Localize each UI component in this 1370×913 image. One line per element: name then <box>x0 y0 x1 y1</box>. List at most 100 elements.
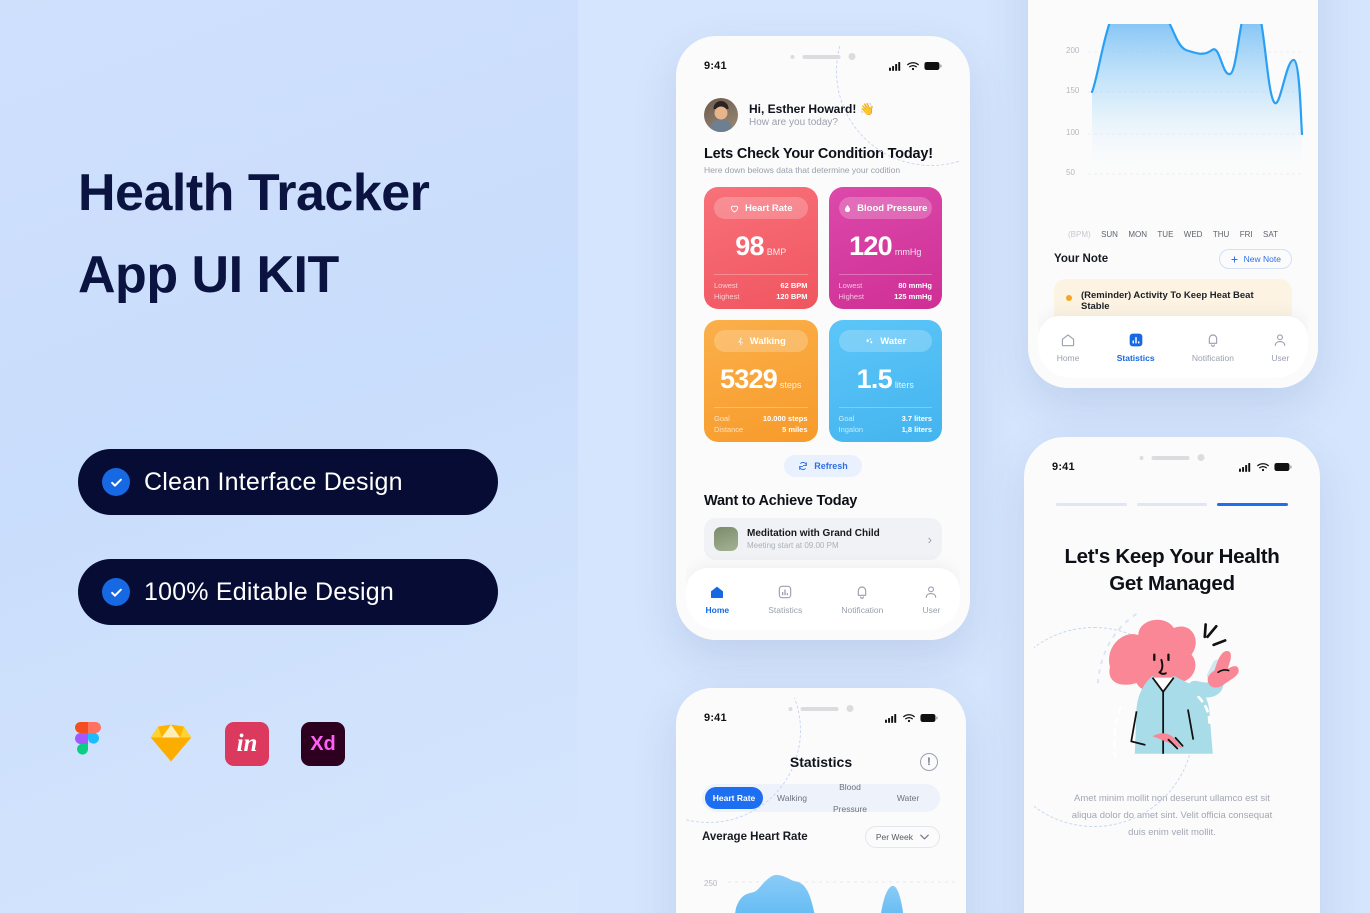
info-icon[interactable]: ! <box>920 753 938 771</box>
home-icon <box>709 583 725 600</box>
tab-home[interactable]: Home <box>706 583 729 615</box>
metric-card-heart-rate[interactable]: Heart Rate 98 BMP Lowest 62 BPM Highest 120… <box>704 187 818 309</box>
statistics-chart: 250 <box>686 860 956 913</box>
status-bar: 9:41 <box>686 698 956 738</box>
tab-home[interactable]: Home <box>1056 331 1080 363</box>
refresh-row: Refresh <box>686 442 960 477</box>
feature-badge-clean-interface[interactable]: Clean Interface Design <box>78 449 498 515</box>
segment-water[interactable]: Water <box>879 787 937 809</box>
metric-card-unit: mmHg <box>894 247 922 257</box>
metric-card-stats: Goal 3.7 liters Ingalon 1,8 liters <box>839 412 933 434</box>
tab-statistics[interactable]: Statistics <box>1117 331 1155 363</box>
metric-cards-grid: Heart Rate 98 BMP Lowest 62 BPM Highest 120… <box>686 175 960 442</box>
battery-icon <box>924 61 942 71</box>
signal-icon <box>885 713 897 723</box>
chart-icon <box>777 583 793 600</box>
your-note-header: Your Note New Note <box>1038 239 1308 269</box>
wifi-icon <box>1257 463 1269 472</box>
notch <box>790 53 856 60</box>
water-drops-icon <box>866 337 873 343</box>
metric-card-value-row: 1.5 liters <box>839 364 933 395</box>
feature-badge-editable[interactable]: 100% Editable Design <box>78 559 498 625</box>
user-icon <box>923 583 939 600</box>
feature-badge-label: Clean Interface Design <box>144 467 403 496</box>
note-bullet-icon <box>1066 295 1072 301</box>
list-item[interactable]: Meditation with Grand Child Meeting star… <box>704 518 942 560</box>
note-title: (Reminder) Activity To Keep Heat Beat St… <box>1081 290 1254 312</box>
metric-card-stat-row: Ingalon 1,8 liters <box>839 425 933 434</box>
phone-mockup-home: 9:41 Hi, Esther Howard! 👋 How are you to… <box>676 36 970 640</box>
new-note-button[interactable]: New Note <box>1218 249 1292 269</box>
metric-card-pill: Walking <box>714 330 808 352</box>
metric-card-stat-row: Highest 125 mmHg <box>839 292 933 301</box>
segment-blood-pressure[interactable]: Blood Pressure <box>821 776 879 820</box>
metric-card-water[interactable]: Water 1.5 liters Goal 3.7 liters Ingalon 1,… <box>828 320 942 442</box>
notch <box>1139 454 1205 461</box>
heart-rate-chart-block: 200 150 100 50 (BPM) SUN MON TUE WED THU… <box>1038 0 1308 239</box>
page-title-line-1: Health Tracker <box>78 164 430 222</box>
metric-card-blood-pressure[interactable]: Blood Pressure 120 mmHg Lowest 80 mmHg Hig… <box>828 187 942 309</box>
adobe-xd-logo: Xd <box>301 722 345 766</box>
tab-label: User <box>1271 353 1290 363</box>
new-note-label: New Note <box>1243 254 1281 264</box>
status-icons <box>1239 462 1292 472</box>
tab-label: Home <box>1056 353 1080 363</box>
range-dropdown-value: Per Week <box>875 832 913 842</box>
statistics-chart-svg: 250 <box>704 874 956 913</box>
metric-card-stats: Lowest 80 mmHg Highest 125 mmHg <box>839 279 933 301</box>
avatar[interactable] <box>704 98 738 132</box>
metric-card-pill: Water <box>838 330 932 352</box>
stat-value: 80 mmHg <box>898 281 932 290</box>
status-icons <box>889 61 942 71</box>
tab-statistics[interactable]: Statistics <box>768 583 802 615</box>
chart-xtick: SUN <box>1101 230 1118 239</box>
phone-mockup-statistics: 9:41 Statistics ! Heart Rate Walking Blo… <box>676 688 966 913</box>
chart-xtick: TUE <box>1157 230 1174 239</box>
onboarding-screen: 9:41 Let's Keep Your Health Get Managed <box>1034 447 1310 913</box>
chart-ytick: 150 <box>1066 86 1080 95</box>
metric-card-value: 5329 <box>720 364 778 394</box>
metric-card-unit: BMP <box>766 247 787 257</box>
divider <box>838 407 932 408</box>
chart-x-axis: (BPM) SUN MON TUE WED THU FRI SAT <box>1052 224 1294 239</box>
progress-step-1[interactable] <box>1056 503 1127 506</box>
home-icon <box>1060 331 1076 348</box>
stat-value: 10.000 steps <box>762 414 808 423</box>
status-time: 9:41 <box>704 60 727 72</box>
chevron-down-icon <box>920 834 929 840</box>
tab-notification[interactable]: Notification <box>841 583 883 615</box>
refresh-button[interactable]: Refresh <box>784 455 862 477</box>
metric-card-stat-row: Highest 120 BPM <box>714 292 808 301</box>
onboarding-title-line-1: Let's Keep Your Health <box>1064 545 1280 568</box>
tab-notification[interactable]: Notification <box>1192 331 1234 363</box>
divider <box>714 407 808 408</box>
phone-mockup-onboarding: 9:41 Let's Keep Your Health Get Managed <box>1024 437 1320 913</box>
check-circle-icon <box>102 578 130 606</box>
stat-key: Distance <box>714 425 744 434</box>
metric-card-stats: Lowest 62 BPM Highest 120 BPM <box>714 279 808 301</box>
note-screen: 200 150 100 50 (BPM) SUN MON TUE WED THU… <box>1038 0 1308 378</box>
invision-logo: in <box>225 722 269 766</box>
tool-logos: in Xd <box>73 722 345 766</box>
refresh-label: Refresh <box>814 461 848 471</box>
invision-logo-glyph: in <box>236 730 258 757</box>
range-dropdown[interactable]: Per Week <box>864 826 940 848</box>
tab-user[interactable]: User <box>922 583 940 615</box>
stat-key: Highest <box>838 292 864 301</box>
user-icon <box>1272 331 1288 348</box>
progress-step-3[interactable] <box>1217 503 1289 506</box>
metric-card-unit: steps <box>779 380 802 390</box>
notch <box>788 705 854 712</box>
heart-rate-chart: 200 150 100 50 <box>1052 24 1304 224</box>
metric-card-label: Heart Rate <box>744 202 793 214</box>
status-icons <box>885 713 938 723</box>
achieve-section-title: Want to Achieve Today <box>704 493 858 509</box>
your-note-title: Your Note <box>1054 253 1109 265</box>
tab-user[interactable]: User <box>1271 331 1289 363</box>
progress-step-2[interactable] <box>1136 503 1208 506</box>
stat-value: 120 BPM <box>776 292 808 301</box>
stat-value: 62 BPM <box>780 281 808 290</box>
metric-card-walking[interactable]: Walking 5329 steps Goal 10.000 steps Dista… <box>704 320 818 442</box>
chart-ytick: 100 <box>1066 128 1080 137</box>
stat-value: 3.7 liters <box>901 414 932 423</box>
